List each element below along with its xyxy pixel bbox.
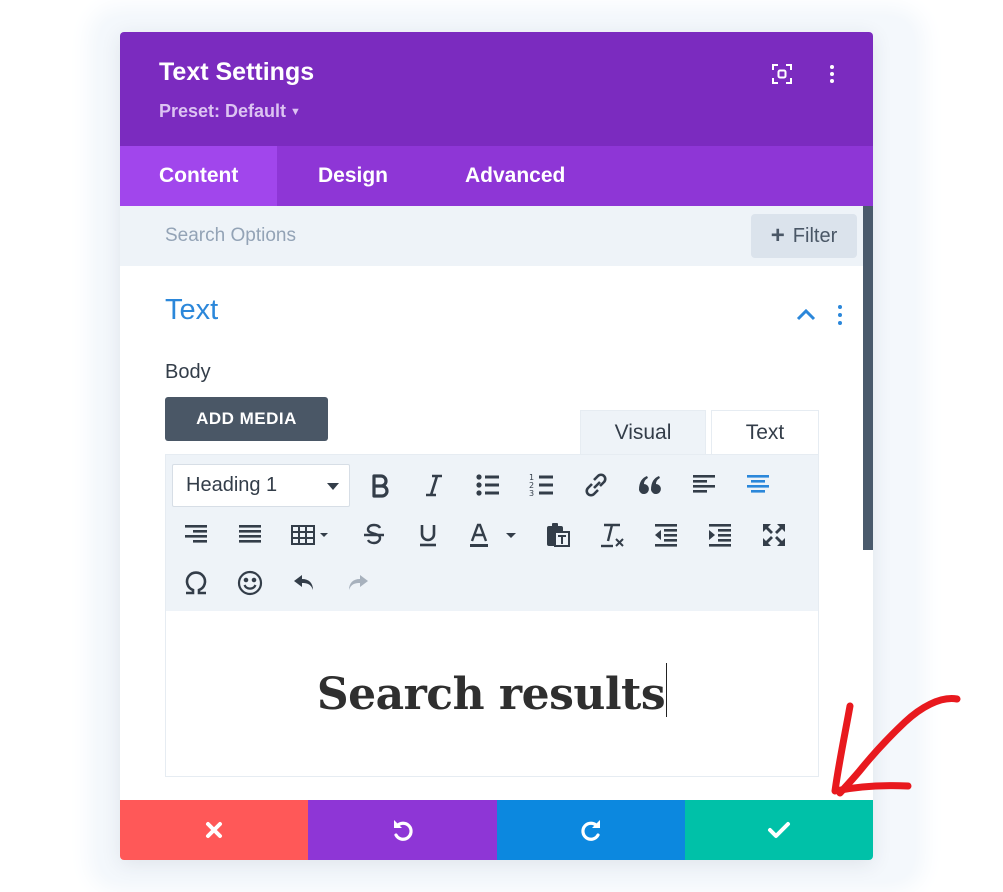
- modal-footer: [120, 800, 873, 860]
- close-icon: [206, 822, 222, 838]
- editor-toolbar: Heading 1 123: [165, 454, 819, 613]
- editor-content-area[interactable]: Search results: [165, 611, 819, 777]
- plus-icon: +: [770, 222, 785, 249]
- search-input[interactable]: [150, 216, 740, 256]
- outdent-icon[interactable]: [650, 519, 682, 551]
- tab-design[interactable]: Design: [279, 146, 427, 206]
- table-icon[interactable]: [288, 519, 336, 551]
- editor-heading-text: Search results: [316, 669, 666, 720]
- editor-fullscreen-icon[interactable]: [758, 519, 790, 551]
- annotation-arrow: [831, 695, 961, 797]
- bold-icon[interactable]: [364, 469, 396, 501]
- preset-label: Preset: Default: [159, 101, 287, 121]
- more-vertical-icon[interactable]: [820, 62, 844, 86]
- filter-label: Filter: [792, 225, 838, 247]
- blockquote-icon[interactable]: [634, 469, 666, 501]
- text-color-icon[interactable]: [464, 519, 522, 551]
- caret-down-icon: ▼: [290, 106, 301, 118]
- add-media-button[interactable]: ADD MEDIA: [165, 397, 328, 441]
- body-label: Body: [165, 361, 211, 383]
- link-icon[interactable]: [580, 469, 612, 501]
- section-more-icon[interactable]: [834, 304, 846, 331]
- fullscreen-icon[interactable]: [770, 62, 794, 86]
- editor-tab-text[interactable]: Text: [711, 410, 819, 455]
- undo-icon: [393, 820, 413, 841]
- format-select-value: Heading 1: [186, 474, 278, 496]
- tab-advanced[interactable]: Advanced: [426, 146, 604, 206]
- scrollbar[interactable]: [863, 206, 873, 550]
- settings-tabs: Content Design Advanced: [120, 146, 873, 206]
- editor-heading[interactable]: Search results: [166, 663, 818, 720]
- paste-text-icon[interactable]: [542, 519, 574, 551]
- svg-text:3: 3: [529, 489, 534, 498]
- cancel-button[interactable]: [120, 800, 308, 860]
- align-justify-icon[interactable]: [234, 519, 266, 551]
- modal-title: Text Settings: [159, 58, 315, 86]
- chevron-down-icon: [327, 483, 339, 490]
- modal-header: Text Settings Preset: Default ▼: [120, 32, 873, 146]
- text-settings-modal: Text Settings Preset: Default ▼ Content D…: [120, 32, 873, 860]
- align-center-icon[interactable]: [742, 469, 774, 501]
- omega-icon[interactable]: [180, 567, 212, 599]
- clear-formatting-icon[interactable]: [596, 519, 628, 551]
- preset-selector[interactable]: Preset: Default ▼: [159, 101, 301, 122]
- emoji-icon[interactable]: [234, 567, 266, 599]
- redo-icon[interactable]: [342, 567, 374, 599]
- undo-button[interactable]: [308, 800, 497, 860]
- bullet-list-icon[interactable]: [472, 469, 504, 501]
- align-right-icon[interactable]: [180, 519, 212, 551]
- indent-icon[interactable]: [704, 519, 736, 551]
- text-cursor: [666, 663, 668, 717]
- chevron-up-icon[interactable]: [795, 306, 817, 327]
- filter-button[interactable]: + Filter: [751, 214, 857, 258]
- format-select[interactable]: Heading 1: [172, 464, 350, 507]
- section-title[interactable]: Text: [165, 294, 218, 327]
- undo-icon[interactable]: [288, 567, 320, 599]
- italic-icon[interactable]: [418, 469, 450, 501]
- redo-icon: [581, 820, 600, 841]
- check-icon: [768, 822, 790, 838]
- align-left-icon[interactable]: [688, 469, 720, 501]
- editor-tab-visual[interactable]: Visual: [580, 410, 706, 455]
- search-bar: + Filter: [120, 206, 873, 266]
- redo-button[interactable]: [497, 800, 685, 860]
- tab-content[interactable]: Content: [120, 146, 278, 206]
- strikethrough-icon[interactable]: [358, 519, 390, 551]
- numbered-list-icon[interactable]: 123: [526, 469, 558, 501]
- underline-icon[interactable]: [412, 519, 444, 551]
